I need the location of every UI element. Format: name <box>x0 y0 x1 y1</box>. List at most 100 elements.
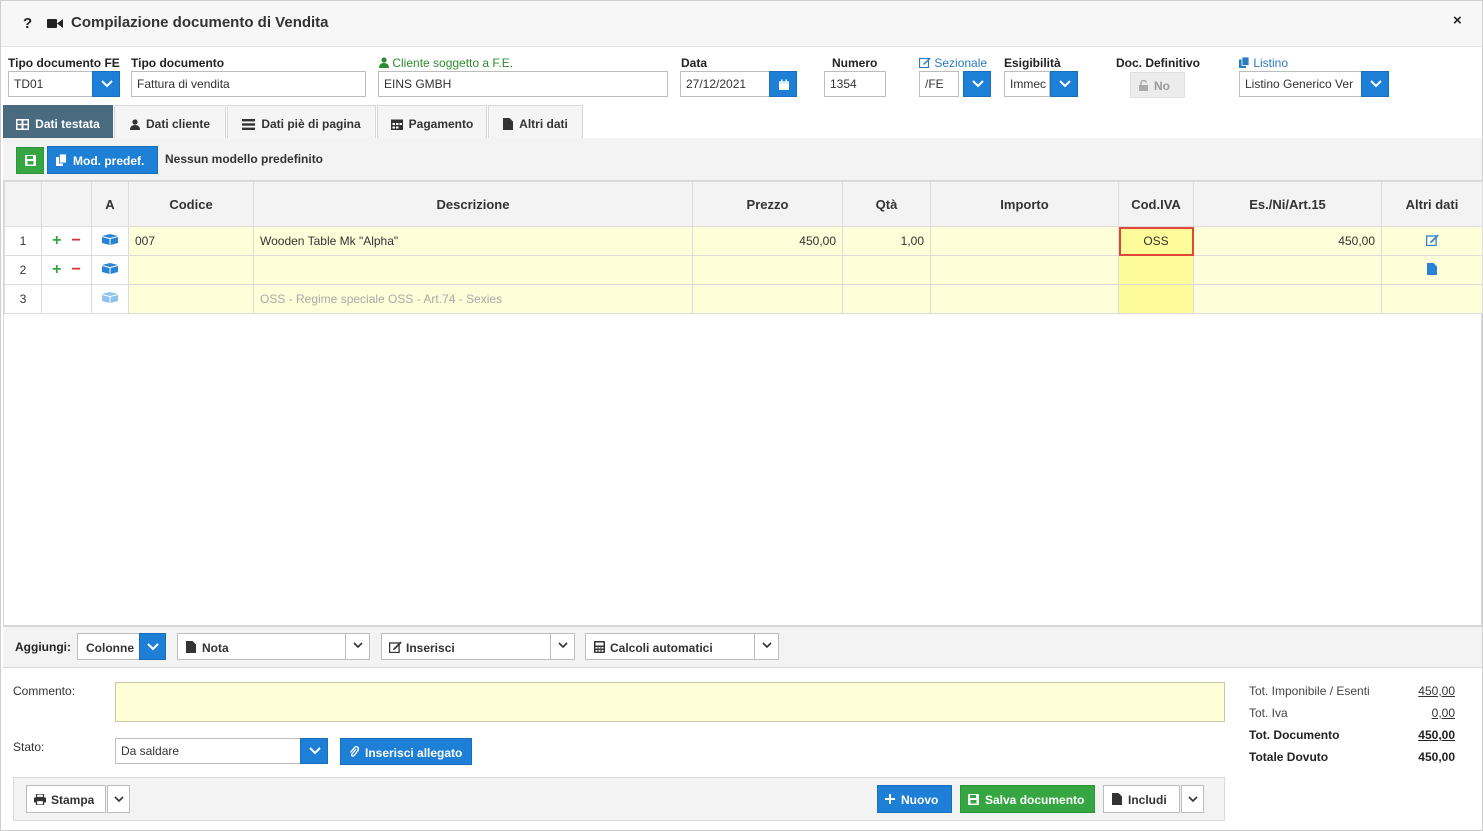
col-header-prezzo[interactable]: Prezzo <box>692 181 843 227</box>
edit-icon[interactable] <box>1425 234 1439 246</box>
colonne-select[interactable]: Colonne <box>77 633 166 660</box>
cell-prezzo[interactable] <box>692 255 843 285</box>
tab-dati-pie-di-pagina[interactable]: Dati piè di pagina <box>227 105 376 138</box>
cell-importo[interactable] <box>930 255 1119 285</box>
cell-importo[interactable] <box>930 226 1119 256</box>
add-row-icon[interactable]: + <box>52 261 61 278</box>
cell-qta[interactable] <box>842 255 931 285</box>
salva-documento-label: Salva documento <box>985 793 1085 807</box>
listino-select[interactable]: Listino Generico Ver <box>1239 71 1363 97</box>
video-icon[interactable] <box>47 18 63 32</box>
stato-select[interactable]: Da saldare <box>115 738 303 764</box>
title-bar: ? Compilazione documento di Vendita × <box>1 1 1482 47</box>
row-index: 3 <box>4 284 42 314</box>
includi-label: Includi <box>1128 793 1167 807</box>
total-value[interactable]: 450,00 <box>1418 684 1455 698</box>
esigibilita-select[interactable]: Immec <box>1004 71 1050 97</box>
includi-button[interactable]: Includi <box>1103 785 1180 813</box>
row-actions: + − <box>41 226 92 256</box>
cell-cod-iva[interactable] <box>1118 255 1194 285</box>
cell-codice[interactable] <box>128 284 254 314</box>
mod-predef-button[interactable]: Mod. predef. <box>47 146 158 174</box>
colonne-dropdown-button[interactable] <box>139 633 166 660</box>
listino-dropdown-button[interactable] <box>1361 71 1389 97</box>
cell-prezzo[interactable] <box>692 284 843 314</box>
inserisci-dropdown-caret[interactable] <box>550 633 574 660</box>
cell-descrizione[interactable]: OSS - Regime speciale OSS - Art.74 - Sex… <box>253 284 693 314</box>
tab-altri-dati[interactable]: Altri dati <box>488 105 583 138</box>
col-header-index <box>4 181 42 227</box>
row-article-cell[interactable] <box>91 284 129 314</box>
remove-row-icon[interactable]: − <box>72 261 81 278</box>
col-header-a[interactable]: A <box>91 181 129 227</box>
includi-dropdown-caret[interactable] <box>1181 785 1204 813</box>
col-header-codice[interactable]: Codice <box>128 181 254 227</box>
calendar-icon <box>390 119 403 130</box>
cell-altri-dati[interactable] <box>1381 255 1483 285</box>
total-value[interactable]: 450,00 <box>1418 728 1455 742</box>
tipo-fe-dropdown-button[interactable] <box>92 71 120 97</box>
cell-prezzo[interactable]: 450,00 <box>692 226 843 256</box>
nota-button[interactable]: Nota <box>177 633 370 660</box>
cliente-label[interactable]: Cliente soggetto a F.E. <box>379 56 513 70</box>
edit-icon <box>918 57 931 69</box>
col-header-descrizione[interactable]: Descrizione <box>253 181 693 227</box>
col-header-qta[interactable]: Qtà <box>842 181 931 227</box>
file-icon[interactable] <box>1427 262 1437 275</box>
cell-descrizione[interactable] <box>253 255 693 285</box>
cell-es-ni-art15[interactable]: 450,00 <box>1193 226 1382 256</box>
tab-pagamento[interactable]: Pagamento <box>377 105 487 138</box>
numero-input[interactable]: 1354 <box>824 71 886 97</box>
col-header-importo[interactable]: Importo <box>930 181 1119 227</box>
cell-es-ni-art15[interactable] <box>1193 284 1382 314</box>
cell-es-ni-art15[interactable] <box>1193 255 1382 285</box>
col-header-cod-iva[interactable]: Cod.IVA <box>1118 181 1194 227</box>
inserisci-allegato-button[interactable]: Inserisci allegato <box>340 738 472 765</box>
save-model-button[interactable] <box>16 147 44 174</box>
cell-altri-dati[interactable] <box>1381 226 1483 256</box>
cell-cod-iva[interactable] <box>1118 284 1194 314</box>
tipo-doc-input[interactable]: Fattura di vendita <box>131 71 366 97</box>
calcoli-dropdown-caret[interactable] <box>754 633 778 660</box>
nuovo-button[interactable]: Nuovo <box>877 785 952 813</box>
col-header-altri-dati[interactable]: Altri dati <box>1381 181 1483 227</box>
cell-cod-iva[interactable]: OSS <box>1118 226 1194 256</box>
stato-dropdown-button[interactable] <box>300 738 328 764</box>
help-icon[interactable]: ? <box>23 15 32 32</box>
listino-label[interactable]: Listino <box>1239 56 1288 70</box>
tab-dati-cliente[interactable]: Dati cliente <box>114 105 226 138</box>
cell-qta[interactable]: 1,00 <box>842 226 931 256</box>
sezionale-select[interactable]: /FE <box>919 71 959 97</box>
cell-importo[interactable] <box>930 284 1119 314</box>
col-header-actions <box>41 181 92 227</box>
col-header-es-ni-art15[interactable]: Es./Ni/Art.15 <box>1193 181 1382 227</box>
cell-altri-dati[interactable] <box>1381 284 1483 314</box>
definitivo-toggle[interactable]: No <box>1130 72 1185 98</box>
sezionale-dropdown-button[interactable] <box>963 71 991 97</box>
esigibilita-dropdown-button[interactable] <box>1050 71 1078 97</box>
nota-dropdown-caret[interactable] <box>345 633 369 660</box>
cell-codice[interactable]: 007 <box>128 226 254 256</box>
tab-dati-testata[interactable]: Dati testata <box>3 105 113 138</box>
row-article-cell[interactable] <box>91 226 129 256</box>
stampa-button[interactable]: Stampa <box>26 785 106 813</box>
row-article-cell[interactable] <box>91 255 129 285</box>
cell-qta[interactable] <box>842 284 931 314</box>
cliente-input[interactable]: EINS GMBH <box>378 71 668 97</box>
stampa-dropdown-caret[interactable] <box>107 785 130 813</box>
add-row-icon[interactable]: + <box>52 232 61 249</box>
sezionale-label[interactable]: Sezionale <box>918 56 987 70</box>
tipo-fe-select[interactable]: TD01 <box>8 71 94 97</box>
inserisci-button[interactable]: Inserisci <box>381 633 575 660</box>
calendar-button[interactable] <box>769 71 797 97</box>
close-icon[interactable]: × <box>1453 12 1462 29</box>
remove-row-icon[interactable]: − <box>72 232 81 249</box>
total-value[interactable]: 0,00 <box>1432 706 1455 720</box>
cell-codice[interactable] <box>128 255 254 285</box>
salva-documento-button[interactable]: Salva documento <box>960 785 1095 813</box>
commento-textarea[interactable] <box>115 682 1225 722</box>
cell-descrizione[interactable]: Wooden Table Mk "Alpha" <box>253 226 693 256</box>
calcoli-automatici-button[interactable]: Calcoli automatici <box>585 633 779 660</box>
table-row: 1 + − 007 Wooden Table Mk "Alpha" 450,00 … <box>4 226 1483 256</box>
data-input[interactable]: 27/12/2021 <box>680 71 772 97</box>
